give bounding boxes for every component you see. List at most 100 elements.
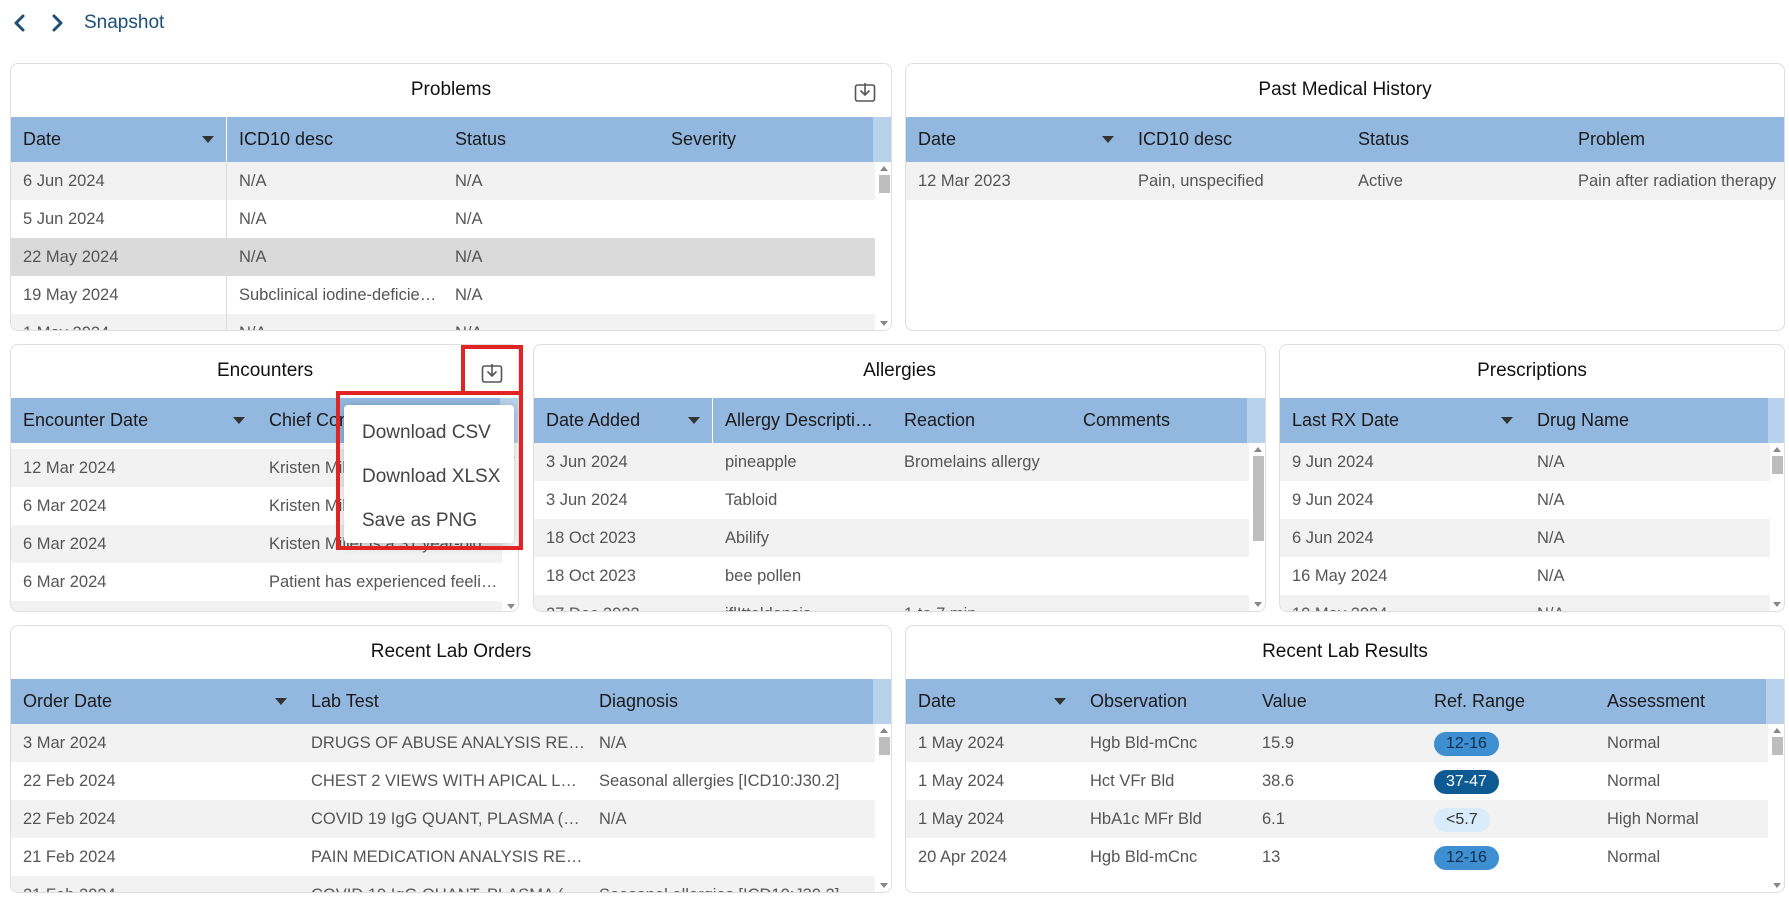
column-header[interactable]: Date Added <box>534 398 713 443</box>
scrollbar[interactable] <box>877 724 891 892</box>
chevron-left-icon <box>14 14 25 32</box>
column-header[interactable]: Severity <box>659 117 875 162</box>
table-row[interactable]: 27 Dec 2022iflIttoldonsis1 to 7 min <box>534 595 1249 611</box>
prescriptions-table-body: 9 Jun 2024 N/A 9 Jun 2024 N/A 6 Jun 2024 N/… <box>1280 443 1770 611</box>
column-header[interactable]: Encounter Date <box>11 398 257 443</box>
table-row[interactable]: 19 May 2024 Subclinical iodine-deficiency… <box>11 276 875 314</box>
column-header[interactable]: ICD10 desc <box>1126 117 1346 162</box>
table-row[interactable]: 21 Feb 2024COVID 19 IgG QUANT, PLASMA (P… <box>11 876 875 892</box>
sort-desc-icon <box>688 417 700 424</box>
table-row[interactable]: 22 May 2024 N/A N/A <box>11 238 875 276</box>
header-filler <box>1247 398 1265 443</box>
table-row[interactable]: 10 May 2024N/A <box>1280 595 1770 611</box>
table-row[interactable]: 3 Mar 2024 DRUGS OF ABUSE ANALYSIS REFLEX… <box>11 724 875 762</box>
header-filler <box>873 679 891 724</box>
allergies-table-body: 3 Jun 2024 pineapple Bromelains allergy 3 … <box>534 443 1249 611</box>
scroll-up-icon <box>1773 447 1781 452</box>
panel-title: Recent Lab Results <box>1262 641 1428 662</box>
column-header[interactable]: Date <box>906 117 1126 162</box>
table-header: Last RX Date Drug Name <box>1280 398 1770 443</box>
table-row[interactable]: 1 May 2024 Hgb Bld-mCnc 15.9 12-16 Normal <box>906 724 1768 762</box>
column-header[interactable]: Status <box>443 117 659 162</box>
column-header[interactable]: Drug Name <box>1525 398 1770 443</box>
breadcrumb[interactable]: Snapshot <box>84 12 164 34</box>
problems-table-body: 6 Jun 2024 N/A N/A 5 Jun 2024 N/A N/A 22 May… <box>11 162 875 330</box>
column-header[interactable]: Value <box>1250 679 1422 724</box>
column-header[interactable]: Assessment <box>1595 679 1768 724</box>
download-csv-option[interactable]: Download CSV <box>344 411 514 455</box>
column-header[interactable]: Reaction <box>892 398 1071 443</box>
scroll-thumb[interactable] <box>1252 456 1264 541</box>
column-header[interactable]: Lab Test <box>299 679 587 724</box>
save-png-option[interactable]: Save as PNG <box>344 499 514 543</box>
column-header[interactable]: Date <box>906 679 1078 724</box>
allergies-panel: Allergies Date Added Allergy Description… <box>533 344 1266 612</box>
table-row[interactable]: 20 Apr 2024 Hgb Bld-mCnc 13 12-16 Normal <box>906 838 1768 876</box>
column-header[interactable]: Diagnosis <box>587 679 875 724</box>
table-row[interactable]: 22 Feb 2024 CHEST 2 VIEWS WITH APICAL LOR… <box>11 762 875 800</box>
scroll-thumb[interactable] <box>878 737 890 755</box>
column-header[interactable]: Date <box>11 117 227 162</box>
scroll-up-icon <box>880 166 888 171</box>
problems-download-button[interactable] <box>853 80 877 104</box>
table-row[interactable]: 6 Jun 2024 N/A N/A <box>11 162 875 200</box>
column-header[interactable]: Order Date <box>11 679 299 724</box>
table-row[interactable]: 6 Jun 2024 N/A <box>1280 519 1770 557</box>
scroll-up-icon <box>1254 447 1262 452</box>
panel-title: Recent Lab Orders <box>370 641 532 662</box>
panel-title: Problems <box>410 79 492 100</box>
scroll-down-icon <box>1773 602 1781 607</box>
table-header: Date ICD10 desc Status Problem <box>906 117 1784 162</box>
table-row[interactable]: 5 Jun 2024 N/A N/A <box>11 200 875 238</box>
download-icon <box>854 83 876 102</box>
table-row[interactable]: 3 Jun 2024 Tabloid <box>534 481 1249 519</box>
scrollbar[interactable] <box>1770 724 1784 892</box>
scrollbar[interactable] <box>1251 443 1265 611</box>
back-button[interactable] <box>10 12 30 34</box>
table-row[interactable]: 1 May 2024 Hct VFr Bld 38.6 37-47 Normal <box>906 762 1768 800</box>
table-row[interactable]: 22 Feb 2024 COVID 19 IgG QUANT, PLASMA (P… <box>11 800 875 838</box>
past-medical-history-panel: Past Medical History Date ICD10 desc Sta… <box>905 63 1785 331</box>
lab-results-table-body: 1 May 2024 Hgb Bld-mCnc 15.9 12-16 Normal 1 … <box>906 724 1768 892</box>
scroll-down-icon <box>1773 883 1781 888</box>
column-header[interactable]: Ref. Range <box>1422 679 1595 724</box>
table-row[interactable]: 12 Mar 2023 Pain, unspecified Active Pain a… <box>906 162 1784 200</box>
scroll-thumb[interactable] <box>1771 737 1783 755</box>
column-header[interactable]: Observation <box>1078 679 1250 724</box>
table-row[interactable]: 9 Jun 2024 N/A <box>1280 481 1770 519</box>
table-row[interactable]: 9 Jun 2024 N/A <box>1280 443 1770 481</box>
pmh-table-body: 12 Mar 2023 Pain, unspecified Active Pain a… <box>906 162 1784 330</box>
download-icon <box>481 364 503 383</box>
panel-title: Allergies <box>863 360 936 381</box>
table-row[interactable]: 1 May 2024 HbA1c MFr Bld 6.1 <5.7 High Norma… <box>906 800 1768 838</box>
sort-desc-icon <box>202 136 214 143</box>
table-row[interactable]: 5 Mar 2024Kristen Miller <box>11 601 502 611</box>
problems-panel: Problems Date ICD10 desc Status Severity… <box>10 63 892 331</box>
scroll-thumb[interactable] <box>878 175 890 193</box>
column-header[interactable]: Last RX Date <box>1280 398 1525 443</box>
table-row[interactable]: 3 Jun 2024 pineapple Bromelains allergy <box>534 443 1249 481</box>
header-filler <box>1766 679 1784 724</box>
scroll-thumb[interactable] <box>1771 456 1783 474</box>
download-xlsx-option[interactable]: Download XLSX <box>344 455 514 499</box>
scrollbar[interactable] <box>877 162 891 330</box>
lab-orders-panel: Recent Lab Orders Order Date Lab Test Di… <box>10 625 892 893</box>
panel-title: Prescriptions <box>1477 360 1587 381</box>
header-filler <box>873 117 891 162</box>
table-row[interactable]: 6 Mar 2024 Patient has experienced feelin… <box>11 563 502 601</box>
sort-desc-icon <box>1102 136 1114 143</box>
table-row[interactable]: 18 Oct 2023 Abilify <box>534 519 1249 557</box>
forward-button[interactable] <box>47 12 67 34</box>
table-row[interactable]: 18 Oct 2023 bee pollen <box>534 557 1249 595</box>
column-header[interactable]: Comments <box>1071 398 1249 443</box>
scrollbar[interactable] <box>1770 443 1784 611</box>
table-row[interactable]: 21 Feb 2024 PAIN MEDICATION ANALYSIS REFL… <box>11 838 875 876</box>
table-row[interactable]: 16 May 2024 N/A <box>1280 557 1770 595</box>
column-header[interactable]: Problem <box>1566 117 1784 162</box>
column-header[interactable]: Status <box>1346 117 1566 162</box>
encounters-download-button[interactable] <box>480 361 504 385</box>
panel-title: Encounters <box>217 360 314 381</box>
column-header[interactable]: ICD10 desc <box>227 117 443 162</box>
column-header[interactable]: Allergy Description <box>713 398 892 443</box>
table-row[interactable]: 1 May 2024N/AN/A <box>11 314 875 330</box>
